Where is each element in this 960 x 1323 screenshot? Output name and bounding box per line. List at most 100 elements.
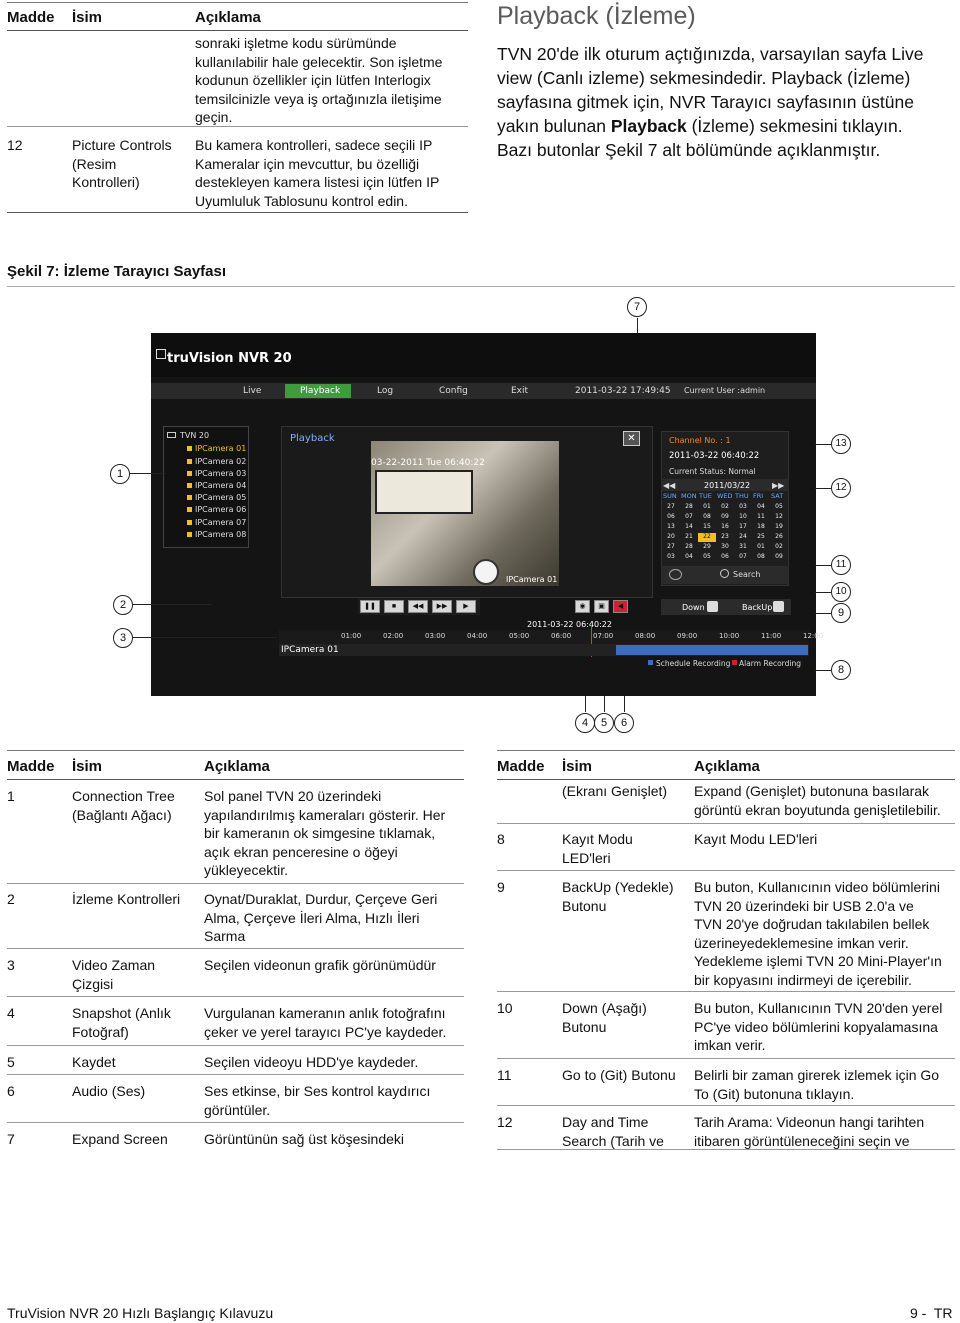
row-name: Connection Tree (Bağlantı Ağacı) [72, 787, 175, 824]
frame-forward-button[interactable]: ▶▶ [432, 600, 452, 613]
calendar-prev-icon[interactable]: ◀◀ [663, 481, 675, 490]
timeline-camera: IPCamera 01 [281, 645, 339, 655]
row-description-line: Kayıt Modu LED'leri [694, 831, 818, 847]
row-number: 8 [497, 831, 505, 847]
table-header-rule [497, 779, 955, 780]
playback-label: Playback [290, 433, 335, 444]
col-isim: İsim [562, 758, 593, 775]
col-aciklama: Açıklama [204, 758, 270, 775]
calendar-day: 06 [667, 513, 675, 520]
calendar-day: 19 [775, 523, 783, 530]
audio-button[interactable]: ◀ [613, 600, 628, 613]
calendar-day-header: TUE [699, 492, 712, 500]
channel-time: 2011-03-22 06:40:22 [669, 451, 760, 461]
row-name-line: (Bağlantı Ağacı) [72, 806, 172, 823]
callout-marker: 7 [627, 297, 647, 317]
tree-root[interactable]: TVN 20 [180, 431, 209, 440]
row-description: Seçilen videonun grafik görünümüdür [204, 956, 436, 975]
nav-config[interactable]: Config [439, 386, 468, 396]
row-description-line: itibaren görüntüleneceğini seçin ve [694, 1132, 910, 1149]
fast-forward-button[interactable]: ▶ [456, 600, 476, 613]
row-number: 7 [7, 1131, 15, 1147]
row-number: 12 [497, 1114, 513, 1130]
row-description-line: Görüntünün sağ üst köşesindeki [204, 1131, 405, 1147]
calendar-day: 23 [721, 533, 729, 540]
go-to-icon[interactable] [669, 569, 682, 580]
frame-back-button[interactable]: ◀◀ [408, 600, 428, 613]
timeline-tick-label: 08:00 [635, 632, 656, 640]
tree-camera[interactable]: IPCamera 08 [187, 530, 246, 539]
calendar-day: 17 [739, 523, 747, 530]
down-icon[interactable] [707, 601, 718, 612]
calendar-day: 22 [698, 533, 716, 542]
search-button[interactable]: Search [733, 570, 760, 579]
row-name-line: Down (Aşağı) [562, 1000, 647, 1016]
row-description-line: Alma, Çerçeve İleri Alma, Hızlı İleri [204, 909, 420, 926]
table-header-rule [7, 779, 464, 780]
callout-marker: 4 [575, 713, 595, 733]
leader-line [585, 696, 586, 712]
row-description-line: Yedekleme işlemi TVN 20 Mini-Player'ın [694, 953, 942, 969]
osd-camera: IPCamera 01 [506, 575, 558, 584]
row-description-line: Bu buton, Kullanıcının video bölümlerini [694, 879, 940, 895]
calendar-day-header: THU [735, 492, 749, 500]
calendar-day: 28 [685, 543, 693, 550]
timeline-tick-label: 02:00 [383, 632, 404, 640]
tree-camera[interactable]: IPCamera 01 [187, 444, 246, 453]
calendar-day: 31 [739, 543, 747, 550]
calendar-day: 21 [685, 533, 693, 540]
calendar-day: 05 [703, 553, 711, 560]
tree-camera[interactable]: IPCamera 07 [187, 518, 246, 527]
calendar-day: 14 [685, 523, 693, 530]
tree-camera[interactable]: IPCamera 02 [187, 457, 246, 466]
row-description: Expand (Genişlet) butonuna basılarak görü… [694, 782, 941, 819]
row-description-line: görüntüler. [204, 1101, 271, 1118]
row-description: Tarih Arama: Videonun hangi tarihten itib… [694, 1113, 924, 1150]
row-name: Day and Time Search (Tarih ve [562, 1113, 664, 1150]
snapshot-button[interactable]: ◉ [575, 600, 590, 613]
tree-camera[interactable]: IPCamera 04 [187, 481, 246, 490]
backup-icon[interactable] [773, 601, 784, 612]
leader-line [132, 637, 277, 638]
calendar-next-icon[interactable]: ▶▶ [772, 481, 784, 490]
tree-camera[interactable]: IPCamera 06 [187, 505, 246, 514]
play-pause-button[interactable]: ❚❚ [360, 600, 380, 613]
row-name: Snapshot (Anlık Fotoğraf) [72, 1004, 171, 1041]
channel-number: Channel No. : 1 [669, 436, 731, 445]
leader-line [815, 488, 831, 489]
logo-icon [156, 349, 166, 359]
row12-name: Picture Controls (Resim Kontrolleri) [72, 137, 172, 190]
calendar-day: 06 [721, 553, 729, 560]
expand-screen-icon[interactable]: ✕ [623, 431, 640, 446]
row-name-line: Expand Screen [72, 1131, 168, 1147]
tree-camera[interactable]: IPCamera 03 [187, 469, 246, 478]
save-button[interactable]: ▣ [594, 600, 609, 613]
leader-line [637, 318, 638, 333]
row-description: Görüntünün sağ üst köşesindeki [204, 1130, 404, 1149]
calendar-day: 07 [685, 513, 693, 520]
timeline-tick-label: 01:00 [341, 632, 362, 640]
leader-line [815, 565, 831, 566]
search-icon[interactable] [720, 569, 729, 578]
row-separator [7, 1045, 464, 1046]
down-button[interactable]: Down [682, 603, 705, 612]
nav-live[interactable]: Live [243, 386, 261, 396]
osd-timestamp: 03-22-2011 Tue 06:40:22 [371, 458, 485, 468]
calendar-day: 15 [703, 523, 711, 530]
stop-button[interactable]: ■ [384, 600, 404, 613]
backup-button[interactable]: BackUp [742, 603, 772, 612]
callout-marker: 12 [831, 478, 851, 498]
row-description: Ses etkinse, bir Ses kontrol kaydırıcı gö… [204, 1082, 430, 1119]
timeline-tick-label: 11:00 [761, 632, 782, 640]
row-name-line: Video Zaman [72, 957, 156, 973]
calendar-day: 08 [703, 513, 711, 520]
tree-camera[interactable]: IPCamera 05 [187, 493, 246, 502]
row-number: 6 [7, 1083, 15, 1099]
row-description: Bu buton, Kullanıcının video bölümlerini… [694, 878, 942, 989]
timeline-recording-bar[interactable] [616, 645, 808, 655]
nav-log[interactable]: Log [377, 386, 393, 396]
test-chart-image [375, 470, 473, 514]
nav-playback[interactable]: Playback [300, 386, 340, 396]
nav-exit[interactable]: Exit [511, 386, 528, 396]
wall-clock-image [473, 559, 499, 585]
